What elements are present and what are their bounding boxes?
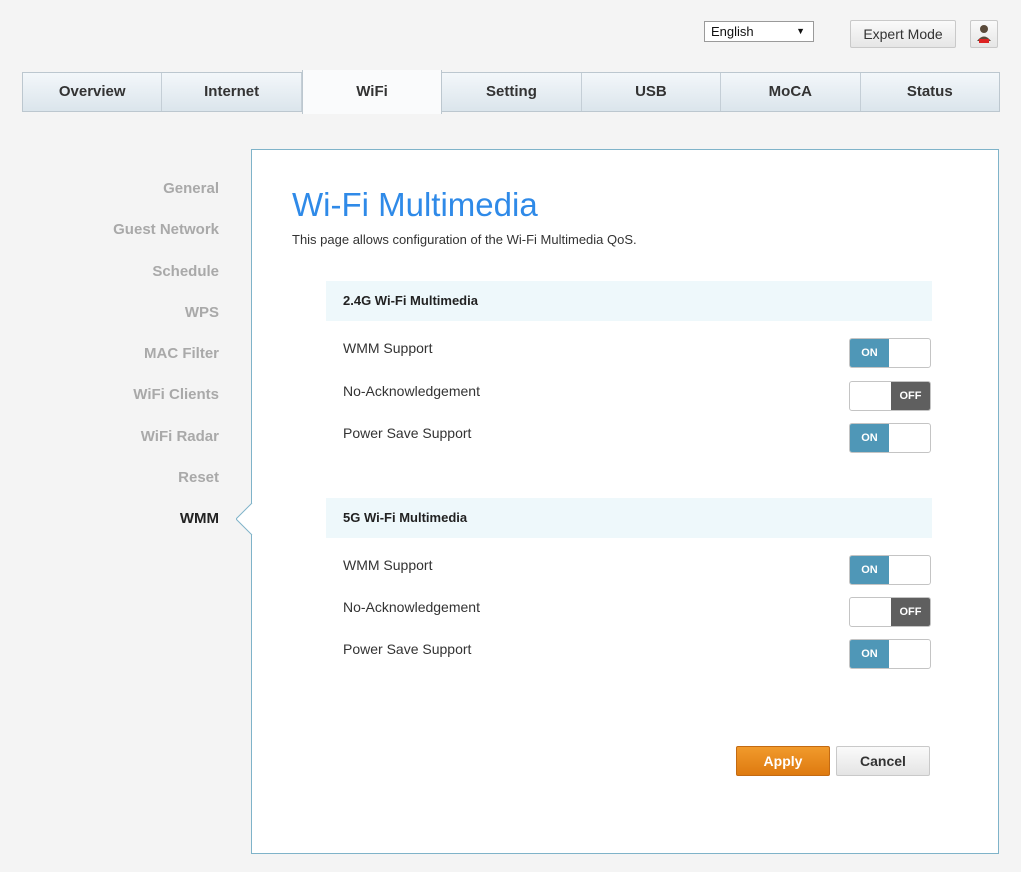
sidebar-item-guest-network[interactable]: Guest Network [0, 219, 219, 260]
language-select[interactable]: English ▼ [704, 21, 814, 42]
no-ack-label-2-4g: No-Acknowledgement [343, 383, 480, 399]
sidebar-item-wmm[interactable]: WMM [0, 508, 219, 549]
section-header-5g: 5G Wi-Fi Multimedia [326, 498, 932, 538]
toggle-state: OFF [891, 382, 930, 410]
wmm-support-toggle-2-4g[interactable]: ON [849, 338, 931, 368]
apply-button[interactable]: Apply [736, 746, 830, 776]
tab-status[interactable]: Status [861, 73, 999, 111]
toggle-state: ON [850, 640, 889, 668]
expert-mode-button[interactable]: Expert Mode [850, 20, 956, 48]
no-ack-toggle-2-4g[interactable]: OFF [849, 381, 931, 411]
main-nav: Overview Internet WiFi Setting USB MoCA … [22, 70, 1000, 114]
tab-usb[interactable]: USB [582, 73, 722, 111]
sidebar-item-mac-filter[interactable]: MAC Filter [0, 343, 219, 384]
sidebar-item-reset[interactable]: Reset [0, 467, 219, 508]
toggle-state: OFF [891, 598, 930, 626]
sidebar-item-general[interactable]: General [0, 178, 219, 219]
tab-moca[interactable]: MoCA [721, 73, 861, 111]
tab-internet[interactable]: Internet [162, 73, 302, 111]
section-header-2-4g: 2.4G Wi-Fi Multimedia [326, 281, 932, 321]
user-button[interactable] [970, 20, 998, 48]
toggle-state: ON [850, 556, 889, 584]
dropdown-arrow-icon: ▼ [796, 26, 805, 36]
wmm-support-toggle-5g[interactable]: ON [849, 555, 931, 585]
power-save-toggle-5g[interactable]: ON [849, 639, 931, 669]
no-ack-toggle-5g[interactable]: OFF [849, 597, 931, 627]
active-pointer-icon [236, 503, 264, 535]
power-save-toggle-2-4g[interactable]: ON [849, 423, 931, 453]
cancel-button[interactable]: Cancel [836, 746, 930, 776]
language-select-value: English [711, 24, 754, 39]
user-icon [977, 25, 991, 43]
sidebar-item-wifi-clients[interactable]: WiFi Clients [0, 384, 219, 425]
sidebar-item-wps[interactable]: WPS [0, 302, 219, 343]
power-save-label-5g: Power Save Support [343, 641, 472, 657]
no-ack-label-5g: No-Acknowledgement [343, 599, 480, 615]
wmm-support-label-5g: WMM Support [343, 557, 433, 573]
sidebar-item-wifi-radar[interactable]: WiFi Radar [0, 426, 219, 467]
tab-wifi[interactable]: WiFi [301, 70, 443, 114]
power-save-label-2-4g: Power Save Support [343, 425, 472, 441]
page-description: This page allows configuration of the Wi… [292, 232, 637, 247]
toggle-state: ON [850, 339, 889, 367]
tab-overview[interactable]: Overview [23, 73, 163, 111]
toggle-state: ON [850, 424, 889, 452]
sidebar: General Guest Network Schedule WPS MAC F… [0, 178, 219, 550]
sidebar-item-schedule[interactable]: Schedule [0, 261, 219, 302]
page-title: Wi-Fi Multimedia [292, 186, 538, 223]
wmm-support-label-2-4g: WMM Support [343, 340, 433, 356]
tab-setting[interactable]: Setting [442, 73, 582, 111]
